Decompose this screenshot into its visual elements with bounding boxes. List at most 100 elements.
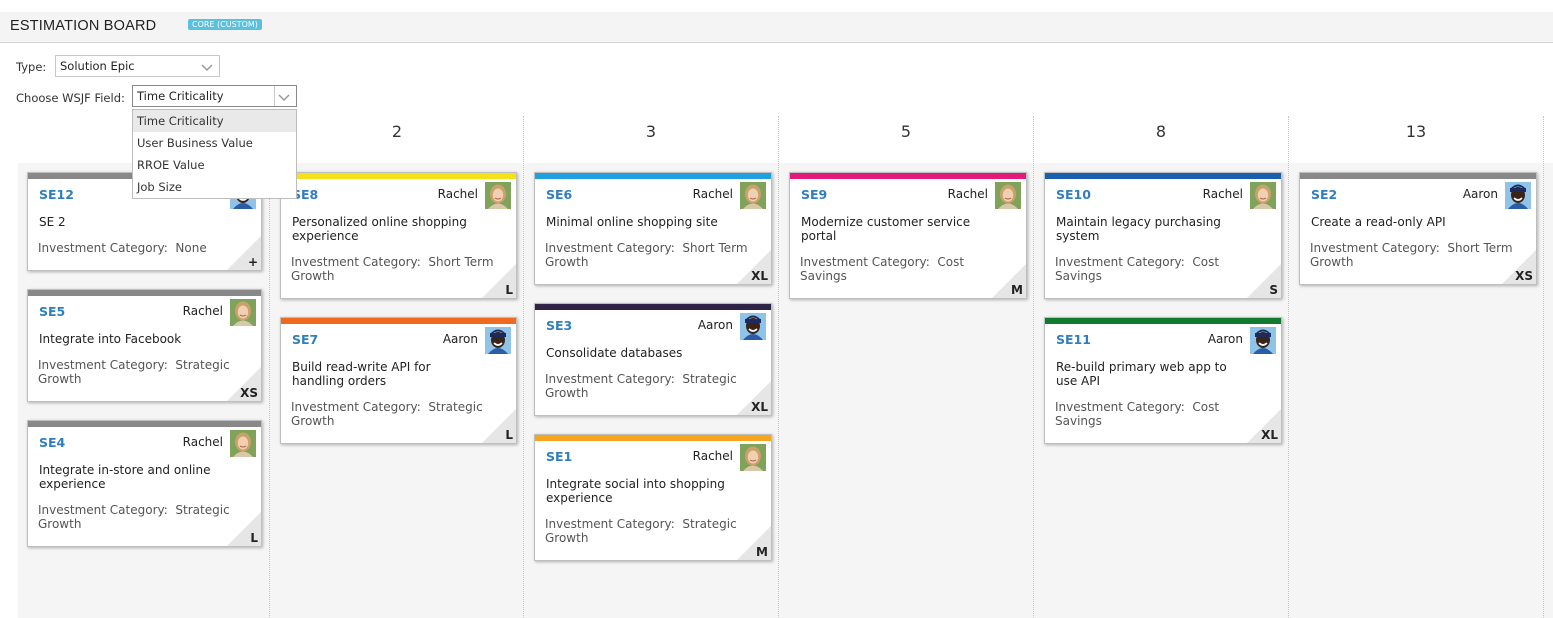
column-header-2: 2 — [391, 122, 403, 141]
column-header-13: 13 — [1405, 122, 1427, 141]
card-id-link[interactable]: SE5 — [39, 304, 65, 319]
epic-card[interactable]: SE6 Rachel Minimal online shopping site Inv… — [534, 172, 772, 285]
card-color-bar — [1300, 173, 1536, 179]
card-color-bar — [1045, 318, 1281, 324]
avatar — [230, 299, 256, 326]
epic-card[interactable]: SE8 Rachel Personalized online shopping ex… — [280, 172, 517, 299]
card-size-label: M — [756, 545, 768, 559]
epic-card[interactable]: SE7 Aaron Build read-write API for handlin… — [280, 317, 517, 444]
board-header: ESTIMATION BOARD CORE (CUSTOM) — [0, 12, 1553, 43]
card-title: Create a read-only API — [1311, 215, 1446, 229]
card-size-label: S — [1269, 283, 1278, 297]
investment-category-label: Investment Category: — [800, 255, 930, 269]
card-id-link[interactable]: SE4 — [39, 435, 65, 450]
card-size-label: XS — [240, 386, 258, 400]
card-id-link[interactable]: SE3 — [546, 318, 572, 333]
epic-card[interactable]: SE3 Aaron Consolidate databases Investment … — [534, 303, 772, 416]
epic-card[interactable]: SE2 Aaron Create a read-only API Investment… — [1299, 172, 1537, 285]
card-title: Integrate in-store and online experience — [39, 463, 211, 491]
card-owner-name: Rachel — [1202, 187, 1243, 201]
avatar — [485, 327, 511, 354]
card-title: Integrate into Facebook — [39, 332, 182, 346]
menu-item-user-business-value[interactable]: User Business Value — [133, 132, 296, 154]
card-id-link[interactable]: SE6 — [546, 187, 572, 202]
epic-card[interactable]: SE11 Aaron Re-build primary web app to use… — [1044, 317, 1282, 444]
column-divider — [1033, 116, 1034, 618]
card-id-link[interactable]: SE9 — [801, 187, 827, 202]
avatar — [995, 182, 1021, 209]
card-id-link[interactable]: SE10 — [1056, 187, 1091, 202]
card-size-label: XL — [751, 269, 768, 283]
investment-category-label: Investment Category: — [1055, 255, 1185, 269]
investment-category-label: Investment Category: — [291, 255, 421, 269]
card-investment-category: Investment Category: Cost Savings — [800, 255, 1010, 283]
avatar — [740, 182, 766, 209]
column-divider — [523, 116, 524, 618]
card-size-label: + — [247, 255, 258, 269]
card-color-bar — [535, 435, 771, 441]
epic-card[interactable]: SE1 Rachel Integrate social into shopping … — [534, 434, 772, 561]
investment-category-label: Investment Category: — [545, 372, 675, 386]
card-investment-category: Investment Category: Cost Savings — [1055, 255, 1265, 283]
type-label: Type: — [16, 60, 47, 74]
epic-card[interactable]: SE9 Rachel Modernize customer service port… — [789, 172, 1027, 299]
card-owner-name: Rachel — [437, 187, 478, 201]
card-owner-name: Aaron — [1207, 332, 1243, 346]
avatar — [740, 313, 766, 340]
type-select[interactable]: Solution Epic — [55, 55, 220, 77]
card-size-label: XL — [1261, 428, 1278, 442]
card-color-bar — [281, 318, 516, 324]
card-investment-category: Investment Category: Strategic Growth — [545, 517, 755, 545]
column-divider — [778, 116, 779, 618]
card-title: Modernize customer service portal — [801, 215, 971, 243]
card-investment-category: Investment Category: Cost Savings — [1055, 400, 1265, 428]
card-color-bar — [28, 421, 261, 427]
epic-card[interactable]: SE10 Rachel Maintain legacy purchasing sys… — [1044, 172, 1282, 299]
card-owner-name: Rachel — [692, 449, 733, 463]
card-id-link[interactable]: SE1 — [546, 449, 572, 464]
wsjf-field-select[interactable]: Time Criticality — [132, 85, 297, 107]
investment-category-label: Investment Category: — [38, 241, 168, 255]
investment-category-label: Investment Category: — [1055, 400, 1185, 414]
card-title: Build read-write API for handling orders — [292, 360, 431, 388]
menu-item-job-size[interactable]: Job Size — [133, 176, 296, 198]
card-color-bar — [1045, 173, 1281, 179]
card-investment-category: Investment Category: Strategic Growth — [38, 503, 248, 531]
investment-category-label: Investment Category: — [545, 517, 675, 531]
card-id-link[interactable]: SE12 — [39, 187, 74, 202]
epic-card[interactable]: SE5 Rachel Integrate into Facebook Investme… — [27, 289, 262, 402]
column-divider — [1288, 116, 1289, 618]
avatar — [1250, 182, 1276, 209]
investment-category-value: None — [175, 241, 207, 255]
page-title: ESTIMATION BOARD — [10, 18, 157, 34]
chevron-down-icon — [201, 59, 213, 79]
avatar — [1505, 182, 1531, 209]
card-id-link[interactable]: SE2 — [1311, 187, 1337, 202]
column-header-5: 5 — [900, 122, 912, 141]
column-header-8: 8 — [1155, 122, 1167, 141]
card-color-bar — [535, 173, 771, 179]
investment-category-label: Investment Category: — [38, 503, 168, 517]
card-color-bar — [28, 290, 261, 296]
wsjf-select-value: Time Criticality — [137, 89, 224, 103]
card-owner-name: Rachel — [947, 187, 988, 201]
menu-item-rroe-value[interactable]: RROE Value — [133, 154, 296, 176]
card-size-label: M — [1011, 283, 1023, 297]
column-header-3: 3 — [645, 122, 657, 141]
card-investment-category: Investment Category: Strategic Growth — [545, 372, 755, 400]
card-color-bar — [281, 173, 516, 179]
card-id-link[interactable]: SE7 — [292, 332, 318, 347]
card-size-label: XL — [751, 400, 768, 414]
wsjf-field-label: Choose WSJF Field: — [16, 91, 125, 105]
card-owner-name: Rachel — [692, 187, 733, 201]
card-investment-category: Investment Category: Strategic Growth — [38, 358, 248, 386]
card-owner-name: Rachel — [182, 435, 223, 449]
epic-card[interactable]: SE4 Rachel Integrate in-store and online e… — [27, 420, 262, 547]
avatar — [740, 444, 766, 471]
card-title: Re-build primary web app to use API — [1056, 360, 1227, 388]
card-size-label: L — [505, 428, 513, 442]
avatar — [1250, 327, 1276, 354]
menu-item-time-criticality[interactable]: Time Criticality — [133, 110, 296, 132]
card-title: Personalized online shopping experience — [292, 215, 467, 243]
card-id-link[interactable]: SE11 — [1056, 332, 1091, 347]
